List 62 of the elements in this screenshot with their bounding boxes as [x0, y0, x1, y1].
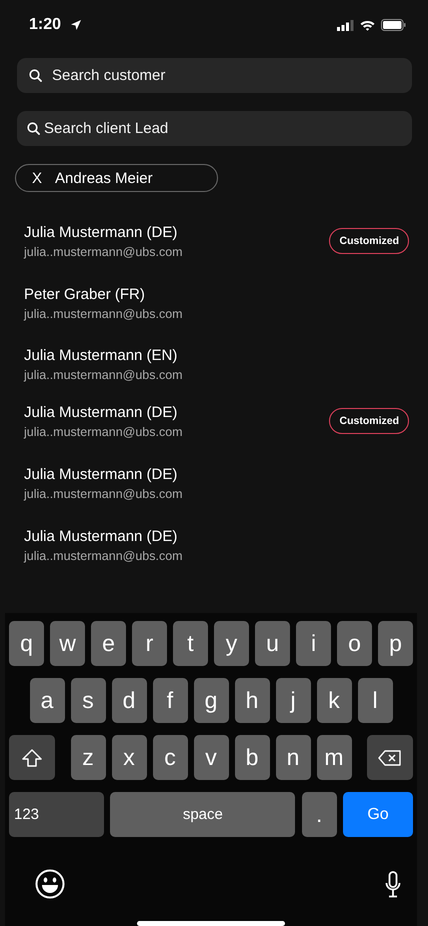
- letter-key[interactable]: m: [316, 735, 352, 780]
- period-key[interactable]: .: [302, 792, 337, 837]
- location-arrow-icon: [71, 20, 82, 30]
- emoji-icon[interactable]: [35, 869, 65, 899]
- contact-email: julia..mustermann@ubs.com: [24, 424, 184, 438]
- shift-icon: [22, 748, 42, 766]
- letter-key[interactable]: h: [234, 678, 270, 723]
- letter-key[interactable]: i: [296, 621, 331, 666]
- contact-email: julia..mustermann@ubs.com: [24, 486, 184, 500]
- letter-key[interactable]: r: [132, 621, 167, 666]
- letter-key[interactable]: t: [173, 621, 208, 666]
- customized-tag: Customized: [329, 408, 409, 434]
- search-field[interactable]: Search client Lead: [17, 111, 412, 146]
- contact-name[interactable]: Julia Mustermann (DE): [24, 404, 330, 420]
- letter-key[interactable]: x: [112, 735, 146, 780]
- search-field[interactable]: Search customer: [17, 58, 412, 93]
- customized-tag: Customized: [329, 228, 409, 254]
- letter-key[interactable]: n: [276, 735, 310, 780]
- status-time: 1:20: [29, 16, 62, 34]
- letter-key[interactable]: v: [194, 735, 228, 780]
- letter-key[interactable]: u: [255, 621, 290, 666]
- letter-key[interactable]: a: [30, 678, 64, 723]
- delete-key[interactable]: [367, 735, 413, 780]
- shift-key[interactable]: [9, 735, 55, 780]
- remove-icon[interactable]: X: [32, 170, 42, 186]
- contact-name[interactable]: Peter Graber (FR): [24, 286, 409, 302]
- microphone-icon[interactable]: [385, 870, 401, 898]
- letter-key[interactable]: j: [276, 678, 310, 723]
- letter-key[interactable]: e: [91, 621, 126, 666]
- contact-email: julia..mustermann@ubs.com: [24, 548, 184, 562]
- battery-icon: [381, 19, 406, 31]
- go-key[interactable]: Go: [342, 792, 413, 837]
- letter-key[interactable]: d: [112, 678, 146, 723]
- letter-key[interactable]: q: [9, 621, 44, 666]
- contact-name[interactable]: Julia Mustermann (EN): [24, 346, 409, 364]
- letter-key[interactable]: b: [234, 735, 270, 780]
- search-icon: [27, 122, 40, 135]
- letter-key[interactable]: z: [70, 735, 106, 780]
- signal-icon: [337, 20, 354, 30]
- contact-name[interactable]: Julia Mustermann (DE): [24, 224, 330, 240]
- letter-key[interactable]: p: [378, 621, 413, 666]
- contact-name[interactable]: Julia Mustermann (DE): [24, 528, 409, 544]
- letter-key[interactable]: l: [358, 678, 392, 723]
- letter-key[interactable]: o: [337, 621, 372, 666]
- numbers-key[interactable]: 123: [9, 792, 104, 837]
- wifi-icon: [360, 20, 375, 30]
- letter-key[interactable]: y: [214, 621, 249, 666]
- contact-email: julia..mustermann@ubs.com: [24, 306, 184, 320]
- letter-key[interactable]: g: [194, 678, 228, 723]
- backspace-icon: [378, 750, 402, 766]
- filter-chip[interactable]: X Andreas Meier: [15, 164, 218, 192]
- letter-key[interactable]: s: [70, 678, 106, 723]
- contact-email: julia..mustermann@ubs.com: [24, 244, 184, 258]
- space-key[interactable]: space: [110, 792, 296, 837]
- contact-email: julia..mustermann@ubs.com: [24, 368, 184, 382]
- letter-key[interactable]: k: [316, 678, 352, 723]
- chip-label: Andreas Meier: [55, 170, 153, 186]
- letter-key[interactable]: f: [152, 678, 188, 723]
- letter-key[interactable]: w: [50, 621, 85, 666]
- search-icon: [29, 69, 42, 82]
- letter-key[interactable]: c: [152, 735, 188, 780]
- contact-name[interactable]: Julia Mustermann (DE): [24, 466, 409, 482]
